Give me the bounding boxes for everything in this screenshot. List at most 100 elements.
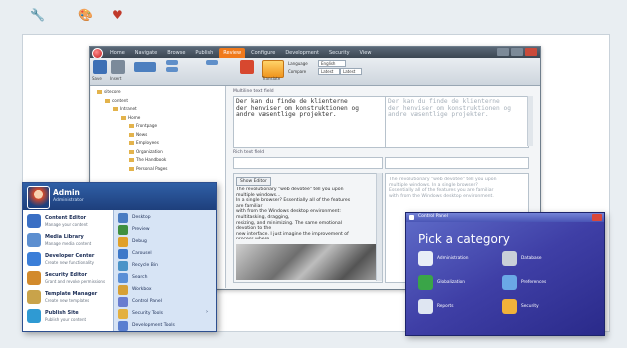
tab-configure[interactable]: Configure: [247, 48, 279, 58]
chevron-right-icon: ›: [206, 309, 208, 315]
start-link-search[interactable]: Search: [118, 273, 214, 285]
tree-item[interactable]: Home: [121, 115, 140, 120]
category-security[interactable]: Security: [502, 299, 582, 315]
start-link-carousel[interactable]: Carousel: [118, 249, 214, 261]
language-select[interactable]: English: [318, 60, 346, 67]
rich-text-toolbar: [233, 157, 383, 169]
language-option[interactable]: Language: [288, 61, 308, 66]
user-role: Administrator: [53, 198, 84, 203]
start-item-name: Template Manager: [45, 291, 98, 297]
control-panel-titlebar: Control Panel: [406, 213, 604, 222]
control-panel-icon: [118, 297, 128, 307]
start-link-debug[interactable]: Debug: [118, 237, 214, 249]
template-manager-icon: [27, 290, 41, 304]
tab-browse[interactable]: Browse: [163, 48, 189, 58]
debug-icon: [118, 237, 128, 247]
category-name: Administration: [437, 256, 469, 261]
tab-publish[interactable]: Publish: [191, 48, 217, 58]
insert-button-label: Insert: [110, 76, 122, 81]
article-photo: [236, 244, 376, 280]
start-link-desktop[interactable]: Desktop: [118, 213, 214, 225]
content-editor-icon: [27, 214, 41, 228]
tab-navigate[interactable]: Navigate: [131, 48, 161, 58]
proofing-icon[interactable]: [206, 60, 218, 65]
start-item-name: Media Library: [45, 234, 84, 240]
tree-item[interactable]: News: [129, 132, 147, 137]
version-select-2[interactable]: Latest: [340, 68, 362, 75]
start-item-desc: Manage media content: [45, 241, 92, 246]
tree-item[interactable]: content: [105, 98, 128, 103]
version-select-1[interactable]: Latest: [318, 68, 340, 75]
translate-source-icon[interactable]: [240, 60, 254, 74]
save-icon[interactable]: [93, 60, 107, 74]
tree-item[interactable]: The Handbook: [129, 157, 166, 162]
control-panel-title: Control Panel: [418, 214, 448, 219]
folder-icon: [129, 141, 134, 145]
developer-center-icon: [27, 252, 41, 266]
minimize-button[interactable]: [497, 48, 509, 56]
tree-item[interactable]: Employees: [129, 140, 159, 145]
rich-text-content: The revolutionary "web devotee" tell you…: [236, 187, 351, 239]
folder-icon: [113, 107, 118, 111]
start-link-workbox[interactable]: Workbox: [118, 285, 214, 297]
heart-icon[interactable]: ♥: [112, 8, 123, 22]
start-link-recycle-bin[interactable]: Recycle Bin: [118, 261, 214, 273]
tree-item[interactable]: Frontpage: [129, 123, 157, 128]
tree-item[interactable]: Organization: [129, 149, 163, 154]
compare-option[interactable]: Compare: [288, 69, 306, 74]
start-item-name: Publish Site: [45, 310, 79, 316]
tab-review[interactable]: Review: [219, 48, 246, 58]
start-link-preview[interactable]: Preview: [118, 225, 214, 237]
administration-icon: [418, 251, 433, 266]
wrench-icon[interactable]: 🔧: [30, 8, 45, 22]
window-titlebar: Home Navigate Browse Publish Review Configure…: [90, 47, 540, 59]
maximize-button[interactable]: [511, 48, 523, 56]
reports-icon: [418, 299, 433, 314]
paint-icon[interactable]: 🎨: [78, 8, 93, 22]
start-link-name: Development Tools: [132, 323, 175, 328]
save-button-label: Save: [92, 76, 102, 81]
category-globalization[interactable]: Globalization: [418, 275, 498, 291]
start-item-desc: Publish your content: [45, 317, 87, 322]
source-text-field[interactable]: Der kan du finde de klienterne der henvi…: [233, 96, 387, 148]
category-administration[interactable]: Administration: [418, 251, 498, 267]
tree-item-label: The Handbook: [136, 157, 167, 162]
start-link-security-tools[interactable]: Security Tools ›: [118, 309, 214, 321]
control-panel-window: Control Panel Pick a category Administra…: [405, 212, 605, 336]
tree-item[interactable]: sitecore: [97, 89, 121, 94]
category-database[interactable]: Database: [502, 251, 582, 267]
category-name: Security: [521, 304, 539, 309]
rich-text-content-right: The revolutionary "web devotee" tell you…: [389, 177, 497, 199]
tab-home[interactable]: Home: [106, 48, 129, 58]
category-preferences[interactable]: Preferences: [502, 275, 582, 291]
insert-icon[interactable]: [111, 60, 125, 74]
tab-view[interactable]: View: [356, 48, 376, 58]
close-button[interactable]: [592, 214, 602, 221]
versions-icon[interactable]: [166, 67, 178, 72]
compare-icon[interactable]: [166, 60, 178, 65]
ribbon-tabs: Home Navigate Browse Publish Review Configure…: [106, 48, 375, 58]
start-link-control-panel[interactable]: Control Panel: [118, 297, 214, 309]
start-link-name: Search: [132, 275, 148, 280]
field-section-title: Multiline text field: [233, 89, 274, 94]
start-item-desc: Grant and revoke permissions: [45, 279, 106, 284]
start-link-development-tools[interactable]: Development Tools: [118, 321, 214, 333]
target-text-field[interactable]: Der kan du finde de klienterne der henvi…: [385, 96, 529, 148]
close-button[interactable]: [525, 48, 537, 56]
start-link-name: Security Tools: [132, 311, 163, 316]
tab-security[interactable]: Security: [325, 48, 354, 58]
start-item-name: Security Editor: [45, 272, 88, 278]
carousel-icon: [118, 249, 128, 259]
search-icon: [118, 273, 128, 283]
folder-icon: [129, 166, 134, 171]
rich-text-scrollbar[interactable]: [376, 173, 382, 281]
category-reports[interactable]: Reports: [418, 299, 498, 315]
tree-item-label: Frontpage: [136, 123, 158, 128]
tab-development[interactable]: Development: [281, 48, 323, 58]
edit-icon[interactable]: [134, 62, 156, 72]
editor-scrollbar[interactable]: [527, 96, 533, 146]
security-tools-icon: [118, 309, 128, 319]
tree-item[interactable]: Intranet: [113, 106, 137, 111]
database-icon: [502, 251, 517, 266]
tree-item[interactable]: Personal Pages: [129, 166, 167, 171]
